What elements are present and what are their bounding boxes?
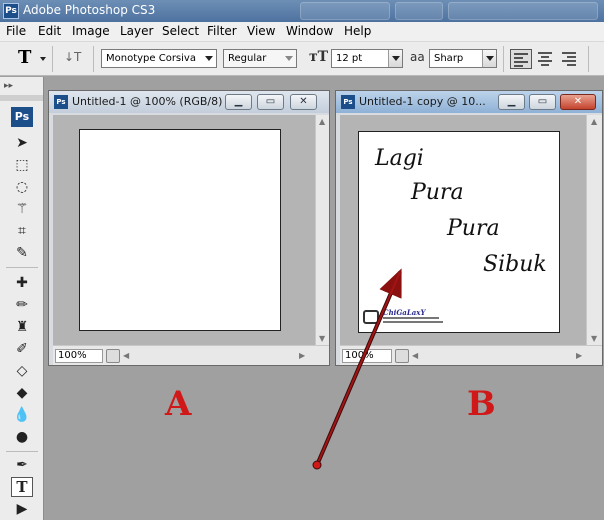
annotation-arrow — [312, 268, 402, 470]
